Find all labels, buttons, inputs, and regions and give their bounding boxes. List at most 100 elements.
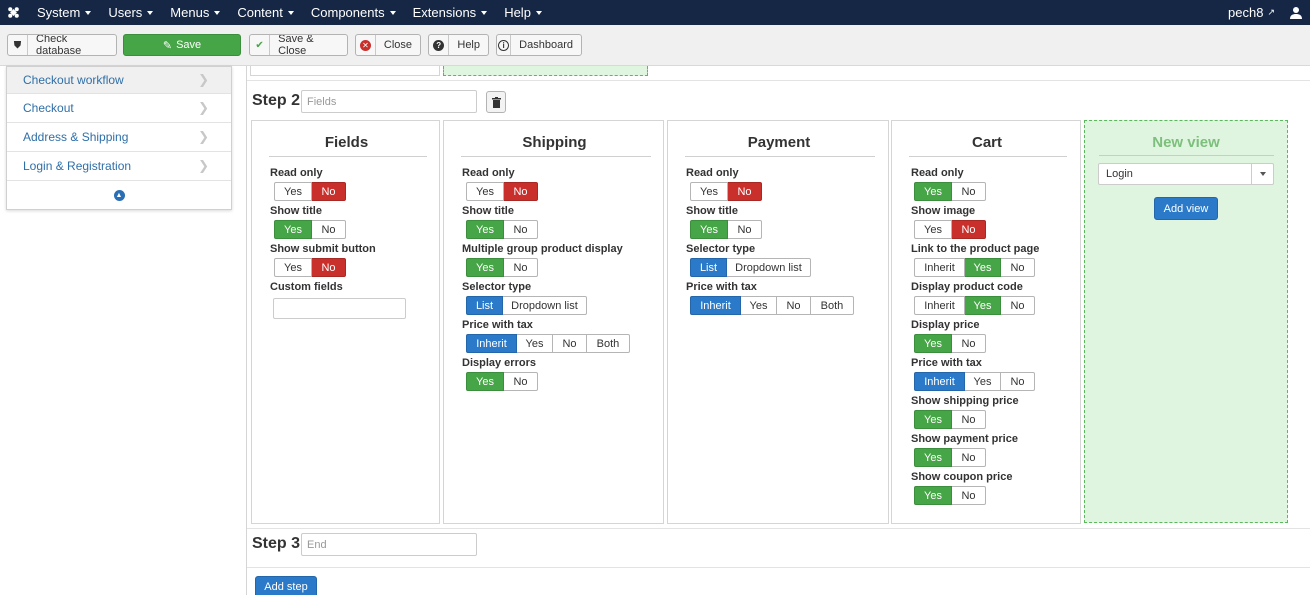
view-type-select[interactable]: Login <box>1098 163 1274 185</box>
yes-option[interactable]: Yes <box>914 220 952 239</box>
add-view-button[interactable]: Add view <box>1154 197 1218 220</box>
save-button[interactable]: ✎ Save <box>123 34 241 56</box>
delete-step-button[interactable] <box>486 91 506 113</box>
sidebar-item-checkout-workflow[interactable]: Checkout workflow ❯ <box>7 67 231 94</box>
joomla-logo-icon[interactable] <box>0 0 26 25</box>
inherit-option[interactable]: Inherit <box>914 296 965 315</box>
sidebar-item-address-shipping[interactable]: Address & Shipping ❯ <box>7 123 231 152</box>
yes-option[interactable]: Yes <box>466 220 504 239</box>
panel-title: Cart <box>971 134 1002 151</box>
close-circle-icon: ✕ <box>356 35 376 55</box>
no-option[interactable]: No <box>1001 372 1035 391</box>
yes-option[interactable]: Yes <box>466 372 504 391</box>
price-with-tax-toggle: Inherit Yes No <box>914 372 1035 391</box>
panel-title: Payment <box>747 134 811 151</box>
step2-label: Step 2 <box>252 92 301 109</box>
info-icon: i <box>497 35 512 55</box>
field-label: Read only <box>686 167 739 179</box>
yes-option[interactable]: Yes <box>914 486 952 505</box>
fields-panel[interactable]: Fields Read only Yes No Show title Yes N… <box>251 120 440 524</box>
yes-option[interactable]: Yes <box>466 258 504 277</box>
yes-option[interactable]: Yes <box>914 182 952 201</box>
dropdown-list-option[interactable]: Dropdown list <box>727 258 811 277</box>
both-option[interactable]: Both <box>811 296 854 315</box>
yes-option[interactable]: Yes <box>914 448 952 467</box>
user-icon[interactable] <box>1289 6 1303 20</box>
step3-name-input[interactable]: End <box>301 533 477 556</box>
no-option[interactable]: No <box>777 296 811 315</box>
close-button[interactable]: ✕ Close <box>355 34 421 56</box>
no-option[interactable]: No <box>504 258 538 277</box>
no-option[interactable]: No <box>728 220 762 239</box>
yes-option[interactable]: Yes <box>690 220 728 239</box>
yes-option[interactable]: Yes <box>517 334 553 353</box>
yes-option[interactable]: Yes <box>914 410 952 429</box>
add-step-button[interactable]: Add step <box>255 576 317 595</box>
no-option[interactable]: No <box>952 410 986 429</box>
no-option[interactable]: No <box>1001 258 1035 277</box>
yes-option[interactable]: Yes <box>274 258 312 277</box>
no-option[interactable]: No <box>952 486 986 505</box>
list-option[interactable]: List <box>690 258 727 277</box>
new-view-dropzone[interactable]: New view Login Add view <box>1084 120 1288 523</box>
menu-menus[interactable]: Menus <box>159 0 226 25</box>
menu-content[interactable]: Content <box>226 0 300 25</box>
no-option[interactable]: No <box>952 448 986 467</box>
no-option[interactable]: No <box>312 182 346 201</box>
menu-system[interactable]: System <box>26 0 97 25</box>
no-option[interactable]: No <box>312 258 346 277</box>
inherit-option[interactable]: Inherit <box>466 334 517 353</box>
yes-option[interactable]: Yes <box>741 296 777 315</box>
check-database-button[interactable]: ⛊ Check database <box>7 34 117 56</box>
no-option[interactable]: No <box>1001 296 1035 315</box>
yes-option[interactable]: Yes <box>466 182 504 201</box>
step2-name-input[interactable]: Fields <box>301 90 477 113</box>
trash-icon <box>491 96 501 108</box>
no-option[interactable]: No <box>553 334 587 353</box>
inherit-option[interactable]: Inherit <box>914 258 965 277</box>
site-link[interactable]: pech8 ↗ <box>1228 5 1289 20</box>
custom-fields-input[interactable] <box>273 298 406 319</box>
help-button[interactable]: ? Help <box>428 34 489 56</box>
no-option[interactable]: No <box>728 182 762 201</box>
no-option[interactable]: No <box>504 182 538 201</box>
field-label: Read only <box>911 167 964 179</box>
no-option[interactable]: No <box>312 220 346 239</box>
field-label: Show payment price <box>911 433 1018 445</box>
dashboard-button[interactable]: i Dashboard <box>496 34 582 56</box>
shipping-panel[interactable]: Shipping Read only Yes No Show title Yes… <box>443 120 664 524</box>
list-option[interactable]: List <box>466 296 503 315</box>
both-option[interactable]: Both <box>587 334 630 353</box>
payment-panel[interactable]: Payment Read only Yes No Show title Yes … <box>667 120 889 524</box>
save-close-button[interactable]: ✔ Save & Close <box>249 34 348 56</box>
yes-option[interactable]: Yes <box>274 220 312 239</box>
sidebar-collapse-button[interactable]: ▲ <box>7 181 231 209</box>
sidebar-item-checkout[interactable]: Checkout ❯ <box>7 94 231 123</box>
field-label: Link to the product page <box>911 243 1040 255</box>
yes-option[interactable]: Yes <box>965 372 1001 391</box>
yes-option[interactable]: Yes <box>965 258 1001 277</box>
yes-option[interactable]: Yes <box>914 334 952 353</box>
yes-option[interactable]: Yes <box>274 182 312 201</box>
panel-title: Fields <box>324 134 369 151</box>
menu-users[interactable]: Users <box>97 0 159 25</box>
menu-help[interactable]: Help <box>493 0 548 25</box>
no-option[interactable]: No <box>952 334 986 353</box>
dropdown-list-option[interactable]: Dropdown list <box>503 296 587 315</box>
inherit-option[interactable]: Inherit <box>914 372 965 391</box>
no-option[interactable]: No <box>952 220 986 239</box>
yes-option[interactable]: Yes <box>690 182 728 201</box>
toolbar: ⛊ Check database ✎ Save ✔ Save & Close ✕… <box>0 25 1310 66</box>
cart-panel[interactable]: Cart Read only Yes No Show image Yes No … <box>891 120 1081 524</box>
menu-components[interactable]: Components <box>300 0 402 25</box>
yes-option[interactable]: Yes <box>965 296 1001 315</box>
no-option[interactable]: No <box>952 182 986 201</box>
sidebar-item-login-registration[interactable]: Login & Registration ❯ <box>7 152 231 181</box>
inherit-option[interactable]: Inherit <box>690 296 741 315</box>
read-only-toggle: Yes No <box>466 182 538 201</box>
display-product-code-toggle: Inherit Yes No <box>914 296 1035 315</box>
no-option[interactable]: No <box>504 372 538 391</box>
no-option[interactable]: No <box>504 220 538 239</box>
read-only-toggle: Yes No <box>274 182 346 201</box>
menu-extensions[interactable]: Extensions <box>402 0 494 25</box>
